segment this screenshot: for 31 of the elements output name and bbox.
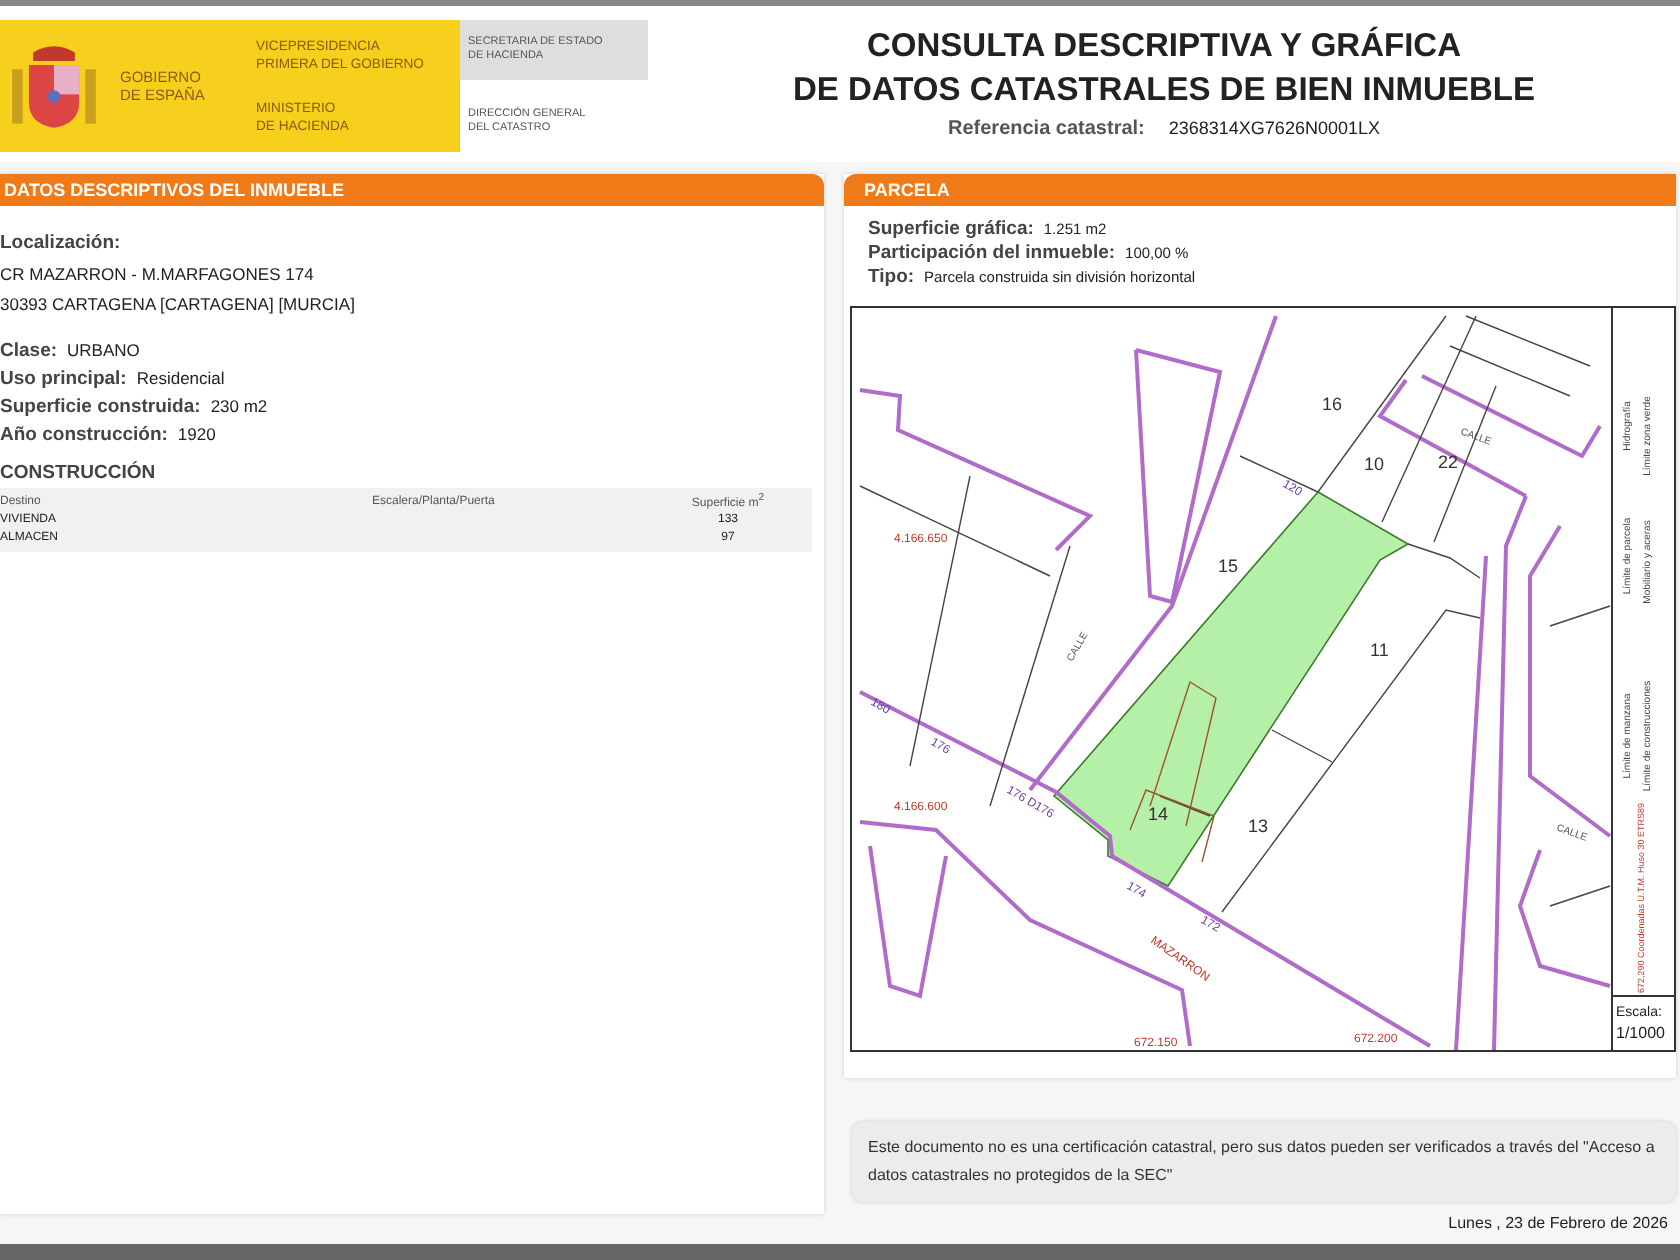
field-value: 230 m2 [210, 396, 268, 416]
field-label: Año construcción: [0, 424, 168, 446]
document-title: CONSULTA DESCRIPTIVA Y GRÁFICA DE DATOS CATASTRALES DE BIEN INMUEBLE [791, 24, 1537, 112]
notice-text: Este documento no es una certificación catastral, pero sus datos pueden ser verificados a través del "Acceso a datos catastrales no protegidos de la SEC" [868, 1138, 1655, 1184]
map-label: 11 [1370, 640, 1389, 660]
reference-value: 2368314XG7626N0001LX [1168, 118, 1380, 140]
scale-value: 1/1000 [1616, 1024, 1665, 1042]
location-label: Localización: [0, 232, 123, 254]
coat-of-arms-icon [8, 40, 100, 132]
map-label: 13 [1248, 816, 1269, 836]
field-label: Tipo: [868, 266, 915, 288]
document-date: Lunes , 23 de Febrero de 2026 [1446, 1214, 1670, 1232]
map-label: 16 [1322, 394, 1343, 414]
map-label: 15 [1218, 556, 1239, 576]
map-label: 14 [1148, 804, 1169, 824]
field-label: Uso principal: [0, 368, 127, 390]
field-value: Residencial [136, 368, 225, 388]
map-label: 22 [1438, 452, 1459, 472]
panel-title: PARCELA [844, 174, 1676, 206]
field-label: Superficie construida: [0, 396, 201, 418]
field-label: Clase: [0, 340, 58, 362]
field-value: 1920 [177, 424, 216, 444]
field-label: Superficie gráfica: [868, 218, 1034, 240]
field-value: URBANO [67, 340, 140, 360]
address-line: 30393 CARTAGENA [CARTAGENA] [MURCIA] [0, 294, 357, 314]
field-label: Participación del inmueble: [868, 242, 1116, 264]
reference-label: Referencia catastral: [948, 118, 1145, 140]
address-line: CR MAZARRON - M.MARFAGONES 174 [0, 264, 316, 284]
section-title: CONSTRUCCIÓN [0, 462, 158, 484]
panel-title: DATOS DESCRIPTIVOS DEL INMUEBLE [0, 174, 824, 206]
map-label: 10 [1364, 454, 1385, 474]
